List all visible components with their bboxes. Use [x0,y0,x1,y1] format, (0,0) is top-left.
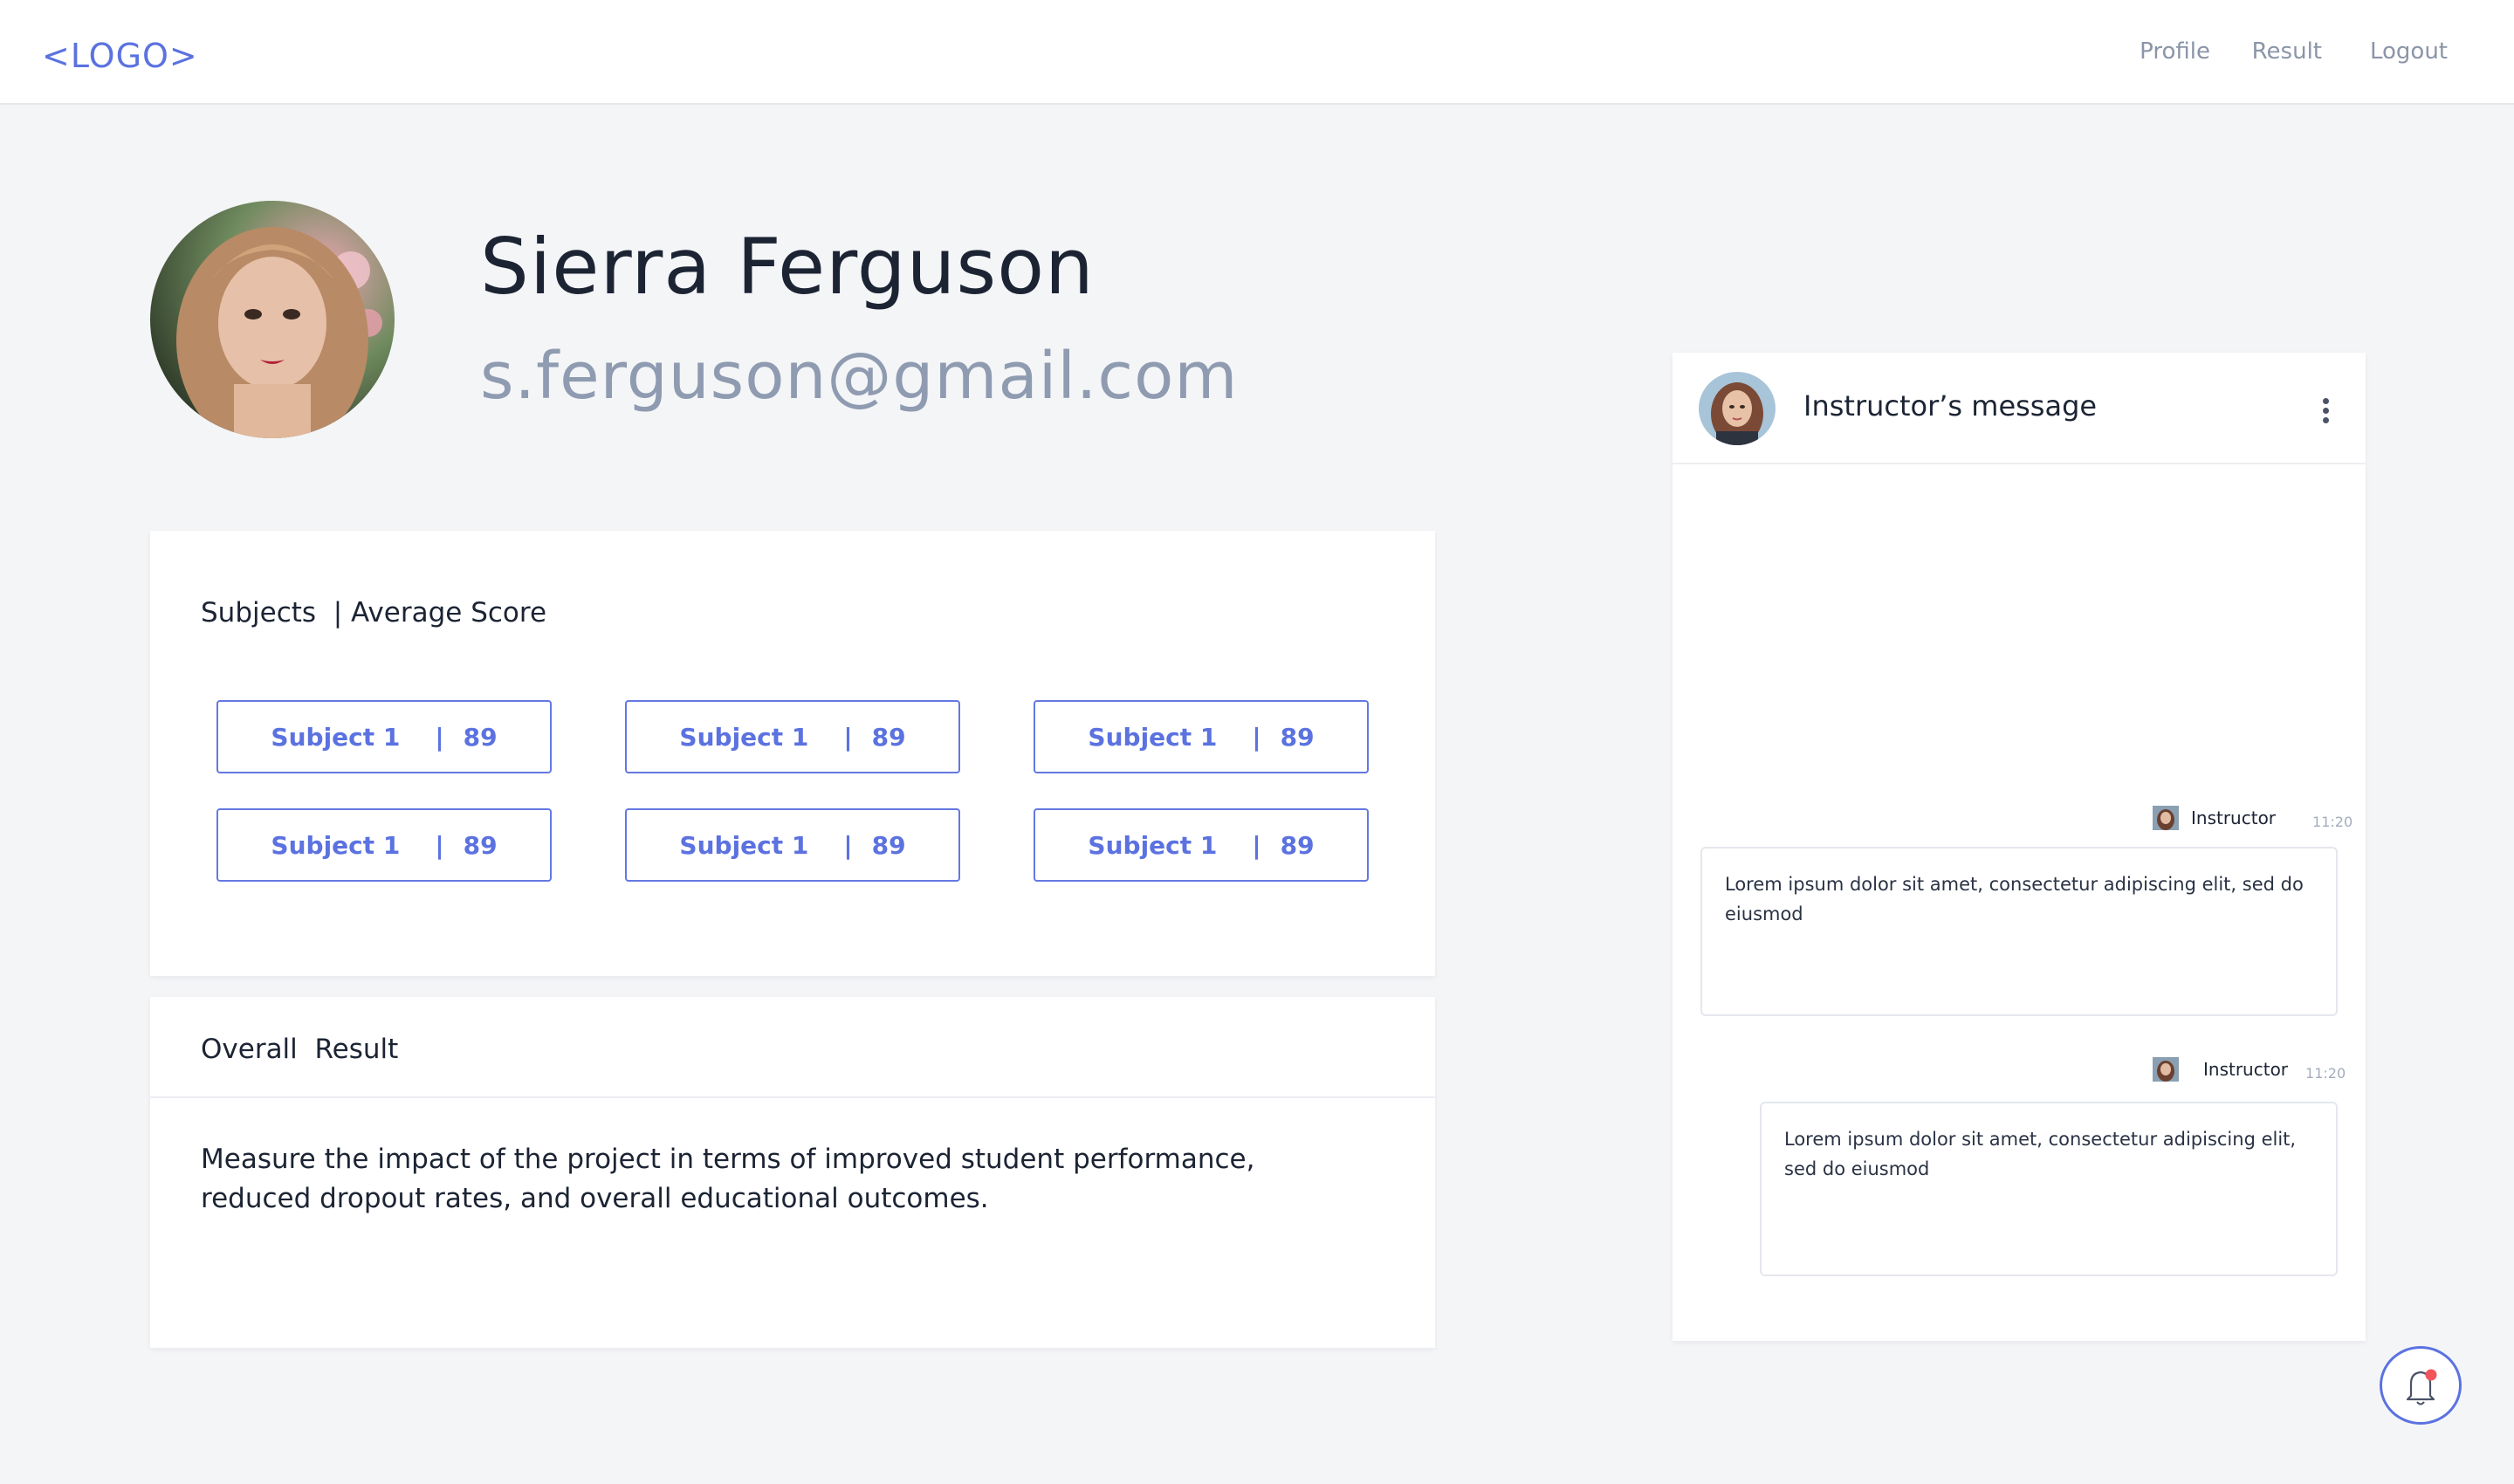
subject-score: 89 [1280,722,1315,752]
overall-result-text: Measure the impact of the project in ter… [201,1144,1255,1214]
profile-email: s.ferguson@gmail.com [480,339,1239,414]
subject-score-button[interactable]: Subject 1 | 89 [1034,700,1369,773]
overall-result-title: Overall Result [201,1034,399,1065]
kebab-menu-icon[interactable] [2320,398,2331,428]
nav-link-profile[interactable]: Profile [2140,38,2210,65]
subject-name: Subject 1 [1088,722,1218,752]
message-sender: Instructor [2191,807,2277,828]
message-time: 11:20 [2312,813,2353,830]
top-navbar: <LOGO> Profile Result Logout [0,0,2514,105]
subject-score: 89 [1280,830,1315,860]
instructor-avatar [1699,372,1776,445]
nav-link-logout[interactable]: Logout [2370,38,2448,65]
nav-link-result[interactable]: Result [2252,38,2322,65]
message-bubble: Lorem ipsum dolor sit amet, consectetur … [1760,1102,2338,1276]
message-meta: Instructor 11:20 [2153,1056,2346,1082]
subject-score-button[interactable]: Subject 1 | 89 [1034,808,1369,882]
message-sender: Instructor [2203,1059,2289,1080]
bell-icon [2406,1369,2437,1405]
logo[interactable]: <LOGO> [42,37,198,75]
subject-score: 89 [871,722,906,752]
subject-score-button[interactable]: Subject 1 | 89 [625,808,960,882]
subject-score-button[interactable]: Subject 1 | 89 [625,700,960,773]
sender-avatar [2153,1057,2179,1082]
subject-score-button[interactable]: Subject 1 | 89 [216,808,552,882]
chat-header: Instructor’s message [1673,353,2366,464]
subject-score: 89 [871,830,906,860]
subject-name: Subject 1 [679,722,809,752]
subject-name: Subject 1 [679,830,809,860]
subjects-card: Subjects | Average Score Subject 1 | 89 … [150,531,1435,976]
profile-name: Sierra Ferguson [480,222,1095,312]
subject-name: Subject 1 [271,830,401,860]
message-bubble: Lorem ipsum dolor sit amet, consectetur … [1700,847,2338,1016]
subject-score-button[interactable]: Subject 1 | 89 [216,700,552,773]
subject-name: Subject 1 [271,722,401,752]
instructor-message-panel: Instructor’s message Instructor 11:20 Lo… [1673,353,2366,1341]
subjects-card-title: Subjects | Average Score [201,597,547,629]
subject-name: Subject 1 [1088,830,1218,860]
sender-avatar [2153,806,2179,830]
profile-avatar [150,201,395,438]
overall-result-card: Overall Result Measure the impact of the… [150,997,1435,1348]
subject-score: 89 [463,722,498,752]
subject-score: 89 [463,830,498,860]
chat-title: Instructor’s message [1803,389,2098,423]
message-meta: Instructor 11:20 [2153,805,2353,831]
notification-button[interactable] [2380,1346,2462,1425]
divider [150,1096,1435,1098]
message-time: 11:20 [2305,1064,2346,1082]
